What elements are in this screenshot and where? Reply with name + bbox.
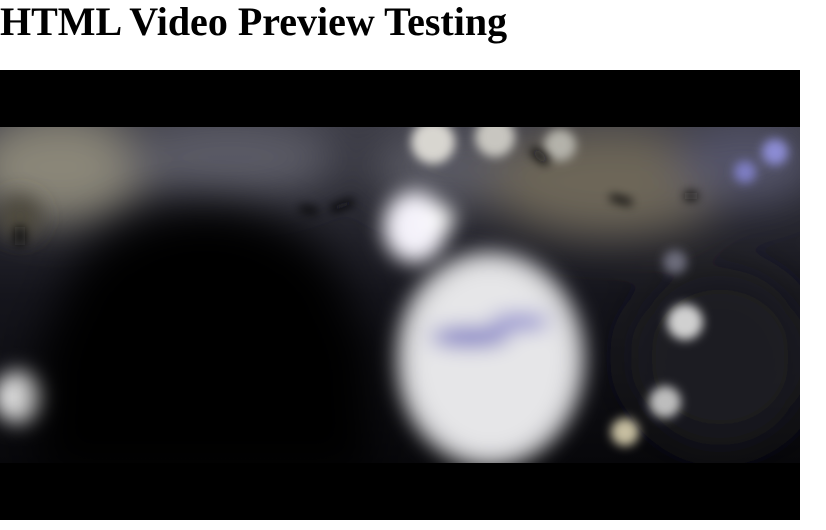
video-frame-image xyxy=(0,127,800,463)
page-title: HTML Video Preview Testing xyxy=(0,0,508,44)
video-player[interactable] xyxy=(0,70,800,520)
